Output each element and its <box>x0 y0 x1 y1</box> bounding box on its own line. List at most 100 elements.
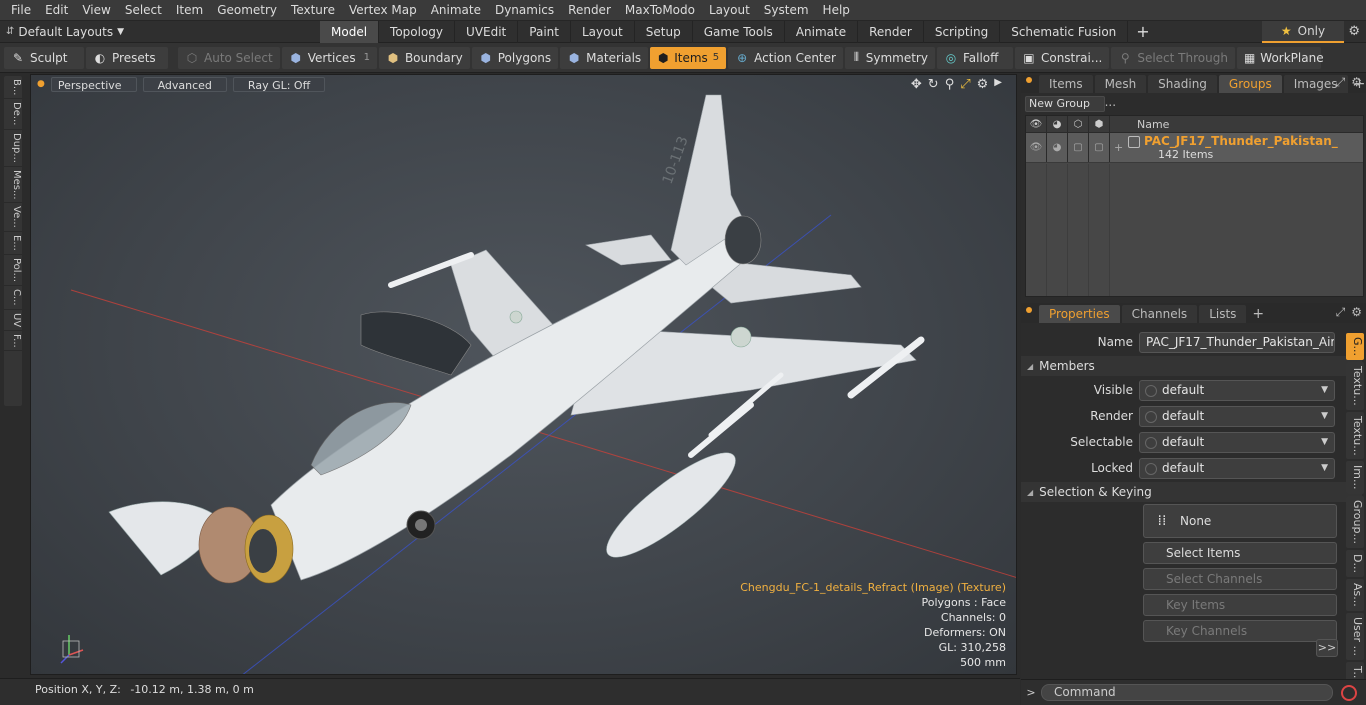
tab-topology[interactable]: Topology <box>379 20 456 43</box>
advanced-button[interactable]: Advanced <box>142 76 227 92</box>
tab-model[interactable]: Model <box>320 20 380 43</box>
locked-select[interactable]: default ▼ <box>1139 457 1335 479</box>
tab-uvedit[interactable]: UVEdit <box>455 20 519 43</box>
menu-file[interactable]: File <box>4 0 38 21</box>
name-field[interactable]: PAC_JF17_Thunder_Pakistan_Air_For <box>1139 331 1335 353</box>
visible-select[interactable]: default ▼ <box>1139 379 1335 401</box>
more-button[interactable]: >> <box>1316 639 1338 657</box>
rtab-display[interactable]: D... <box>1346 549 1364 577</box>
menu-animate[interactable]: Animate <box>424 0 488 21</box>
rtab-group[interactable]: G... <box>1346 333 1364 361</box>
name-column-header[interactable]: Name <box>1110 116 1169 132</box>
auto-select-button[interactable]: ⬡ Auto Select <box>178 46 280 69</box>
expand-icon[interactable]: ⤢ <box>1336 75 1346 90</box>
tab-game-tools[interactable]: Game Tools <box>693 20 785 43</box>
tab-channels[interactable]: Channels <box>1121 305 1198 323</box>
select-through-button[interactable]: ⚲ Select Through <box>1111 46 1235 69</box>
tab-setup[interactable]: Setup <box>635 20 693 43</box>
lock-cube-icon[interactable]: ⬡ <box>1068 116 1089 132</box>
menu-dynamics[interactable]: Dynamics <box>488 0 561 21</box>
boundary-button[interactable]: ⬢ Boundary <box>378 46 470 69</box>
layout-selector[interactable]: ⇵ Default Layouts ▼ <box>0 25 320 39</box>
vertices-button[interactable]: ⬢ Vertices 1 <box>281 46 377 69</box>
rtab-texture-2[interactable]: Textu... <box>1346 411 1364 460</box>
menu-texture[interactable]: Texture <box>284 0 342 21</box>
left-tab-deform[interactable]: De... <box>4 99 22 130</box>
menu-render[interactable]: Render <box>561 0 618 21</box>
record-icon[interactable] <box>1341 684 1357 701</box>
move-view-icon[interactable]: ✥ <box>911 77 922 92</box>
select-items-button[interactable]: Select Items <box>1143 542 1337 564</box>
props-gear-icon[interactable]: ⚙ <box>1351 305 1362 320</box>
tab-render[interactable]: Render <box>858 20 924 43</box>
select-channels-button[interactable]: Select Channels <box>1143 568 1337 590</box>
3d-viewport[interactable]: 10-113 ● Perspective Advanced Ray GL: Of… <box>30 74 1017 675</box>
render-icon[interactable]: ◕ <box>1047 116 1068 132</box>
tab-scripting[interactable]: Scripting <box>924 20 1001 43</box>
menu-edit[interactable]: Edit <box>38 0 75 21</box>
polygons-button[interactable]: ⬢ Polygons <box>471 46 559 69</box>
selectable-select[interactable]: default ▼ <box>1139 431 1335 453</box>
gear-icon[interactable]: ⚙ <box>1348 24 1360 39</box>
constraints-button[interactable]: ▣ Constrai... <box>1014 46 1110 69</box>
menu-geometry[interactable]: Geometry <box>210 0 284 21</box>
rtab-image[interactable]: Im... <box>1346 461 1364 494</box>
sculpt-button[interactable]: ✎ Sculpt <box>4 46 84 69</box>
rtab-texture-1[interactable]: Textu... <box>1346 362 1364 410</box>
menu-layout[interactable]: Layout <box>702 0 757 21</box>
tab-animate[interactable]: Animate <box>785 20 859 43</box>
view-mode-button[interactable]: Perspective <box>50 76 137 92</box>
row-eye-icon[interactable]: 👁 <box>1026 133 1047 162</box>
members-section[interactable]: ◢ Members <box>1021 356 1362 376</box>
new-group-button[interactable]: New Group <box>1025 96 1105 112</box>
rtab-user[interactable]: User ... <box>1346 612 1364 660</box>
menu-item[interactable]: Item <box>169 0 210 21</box>
menu-help[interactable]: Help <box>816 0 857 21</box>
presets-button[interactable]: ◐ Presets <box>86 46 168 69</box>
add-tab-icon[interactable]: + <box>1128 22 1157 41</box>
tab-mesh[interactable]: Mesh ... <box>1094 75 1147 109</box>
tab-items[interactable]: Items <box>1039 75 1093 93</box>
left-tab-basic[interactable]: B... <box>4 76 22 100</box>
viewport-menu-arrow-icon[interactable]: ▶ <box>994 77 1002 92</box>
left-tab-mesh-edit[interactable]: Mes... <box>4 167 22 204</box>
props-expand-icon[interactable]: ⤢ <box>1336 305 1346 320</box>
selection-keying-section[interactable]: ◢ Selection & Keying <box>1021 482 1362 502</box>
left-tab-uv[interactable]: UV <box>4 310 22 331</box>
tab-paint[interactable]: Paint <box>518 20 571 43</box>
left-tab-curve[interactable]: C... <box>4 286 22 310</box>
left-tab-polygon[interactable]: Pol... <box>4 255 22 286</box>
tab-shading[interactable]: Shading <box>1148 75 1217 93</box>
tab-groups[interactable]: Groups <box>1218 75 1282 93</box>
add-props-tab-icon[interactable]: + <box>1248 305 1268 323</box>
expand-plus-icon[interactable]: + <box>1114 141 1123 154</box>
menu-view[interactable]: View <box>75 0 117 21</box>
tab-lists[interactable]: Lists <box>1199 305 1247 323</box>
eye-icon[interactable]: 👁 <box>1026 116 1047 132</box>
menu-maxtomodo[interactable]: MaxToModo <box>618 0 702 21</box>
panel-gear-icon[interactable]: ⚙ <box>1351 75 1362 90</box>
menu-select[interactable]: Select <box>118 0 169 21</box>
key-items-button[interactable]: Key Items <box>1143 594 1337 616</box>
rtab-group-2[interactable]: Group... <box>1346 495 1364 548</box>
tab-layout[interactable]: Layout <box>571 20 635 43</box>
tab-schematic-fusion[interactable]: Schematic Fusion <box>1000 20 1129 43</box>
left-tab-edge[interactable]: E... <box>4 232 22 255</box>
render-select[interactable]: default ▼ <box>1139 405 1335 427</box>
items-button[interactable]: ⬢ Items 5 <box>650 46 727 69</box>
left-tab-duplicate[interactable]: Dup... <box>4 130 22 167</box>
menu-vertex-map[interactable]: Vertex Map <box>342 0 424 21</box>
none-button[interactable]: ⁞⁞ None <box>1143 504 1337 538</box>
row-select-toggle[interactable]: ▢ <box>1089 133 1110 162</box>
select-cube-icon[interactable]: ⬢ <box>1089 116 1110 132</box>
left-tab-vertex[interactable]: Ve... <box>4 203 22 233</box>
key-channels-button[interactable]: Key Channels <box>1143 620 1337 642</box>
group-row[interactable]: 👁 ◕ ▢ ▢ + PAC_JF17_Thunder_Pakistan_Ai..… <box>1026 133 1363 163</box>
command-input[interactable]: Command <box>1041 684 1333 701</box>
row-render-icon[interactable]: ◕ <box>1047 133 1068 162</box>
action-center-button[interactable]: ⊕ Action Center <box>728 46 843 69</box>
materials-button[interactable]: ⬢ Materials <box>560 46 649 69</box>
falloff-button[interactable]: ◎ Falloff <box>936 46 1013 69</box>
raygl-button[interactable]: Ray GL: Off <box>232 76 326 92</box>
fit-view-icon[interactable]: ⤢ <box>960 77 970 92</box>
